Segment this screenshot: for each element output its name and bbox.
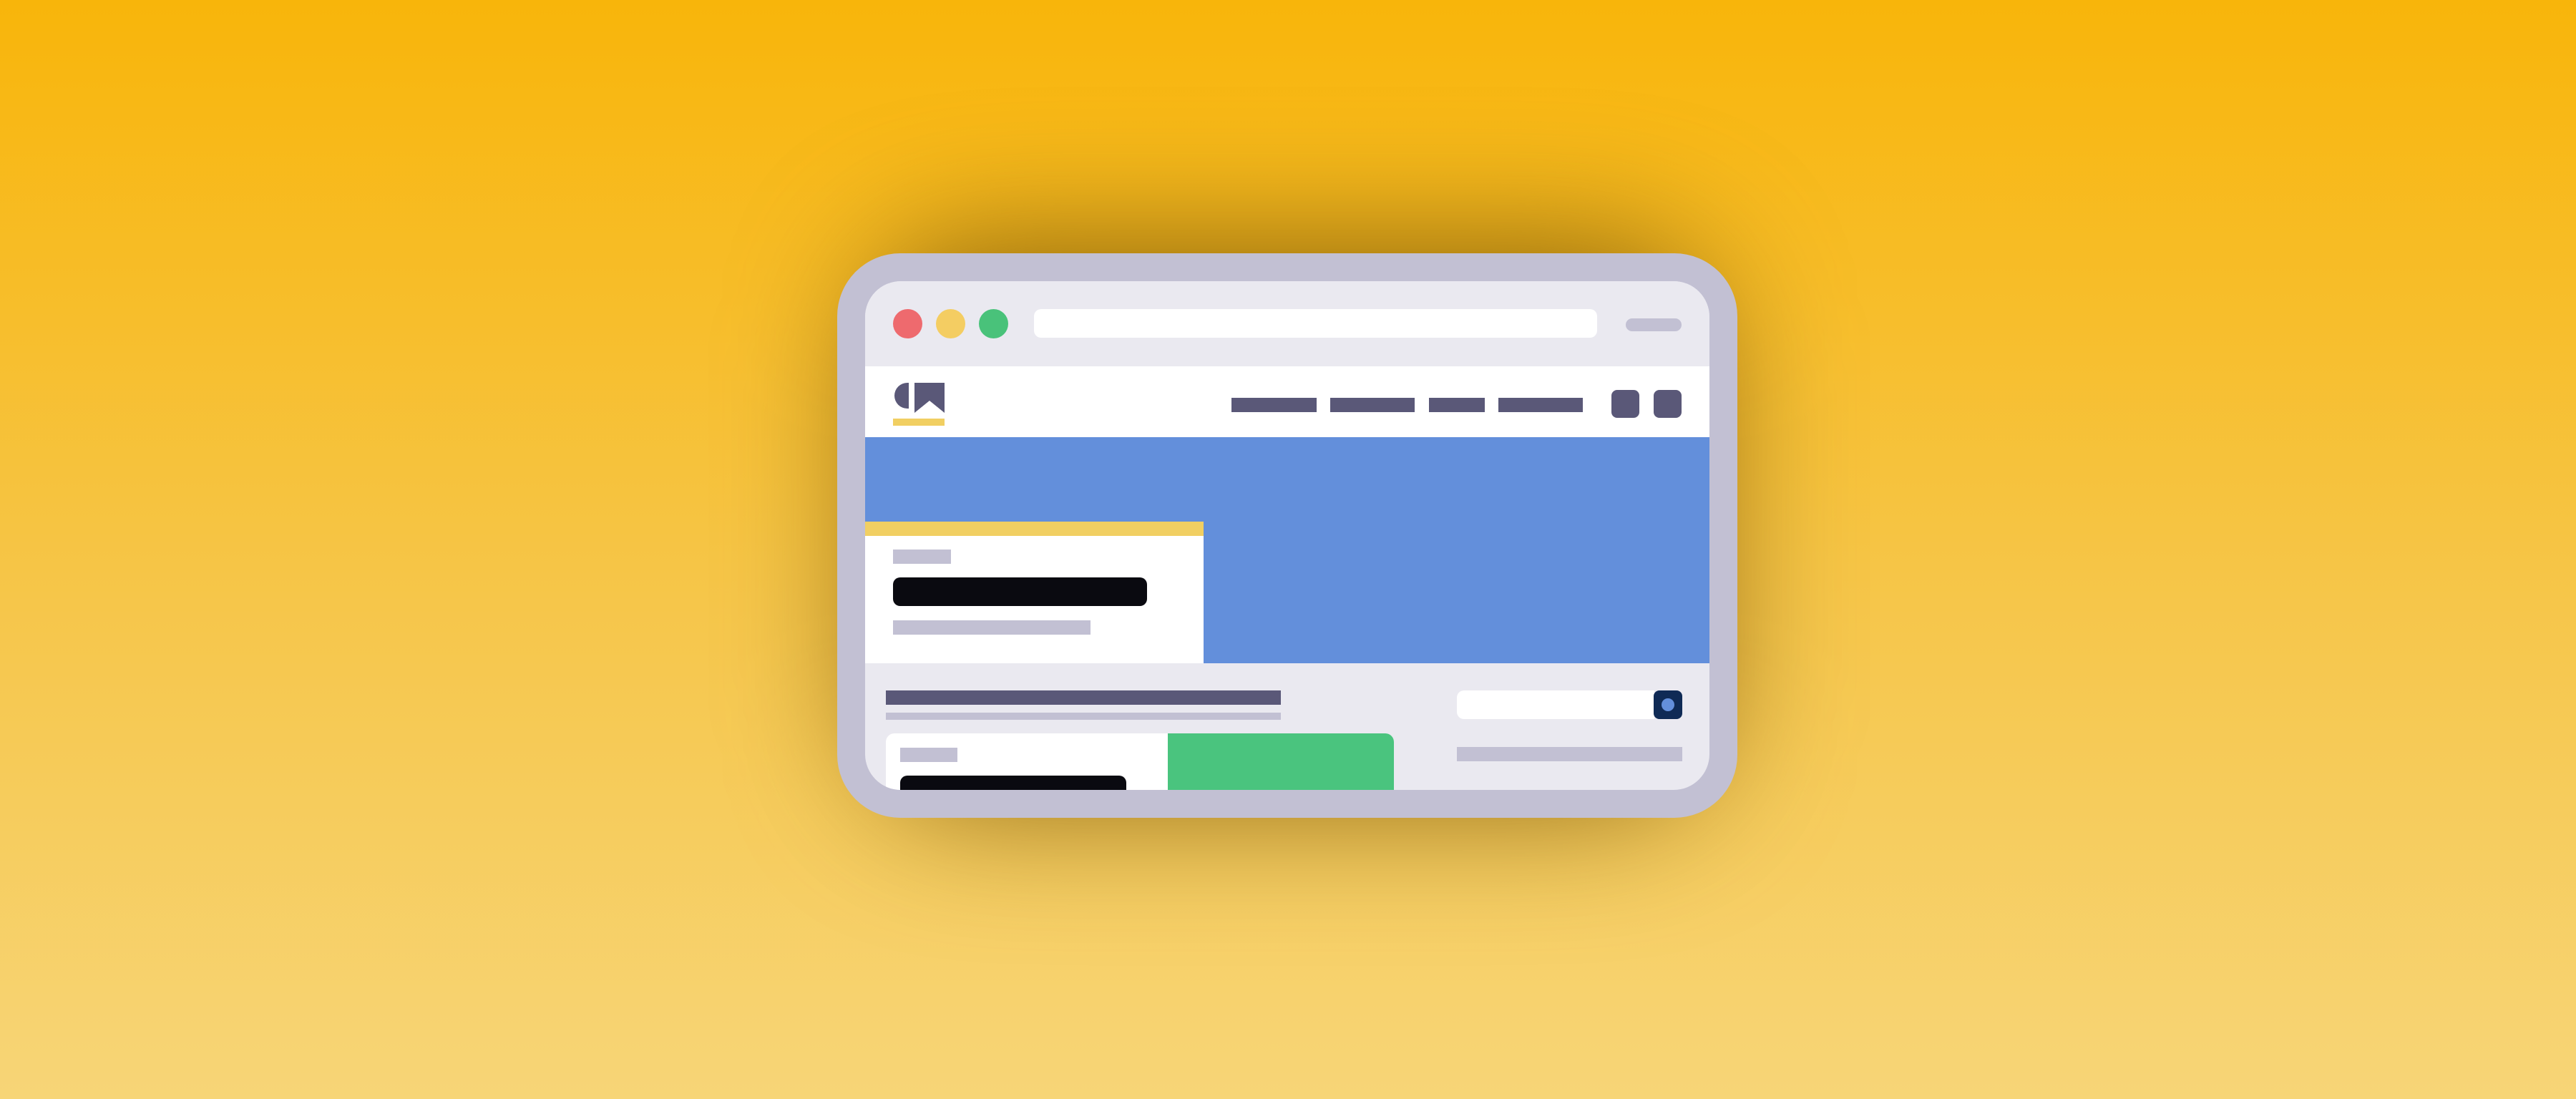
square-icon[interactable]: [1654, 390, 1682, 418]
nav-link-2[interactable]: [1330, 398, 1415, 412]
browser-device-frame: [837, 253, 1737, 818]
nav-link-4[interactable]: [1498, 398, 1583, 412]
hero-subtext-placeholder: [893, 620, 1091, 635]
card-eyebrow-placeholder: [900, 748, 957, 762]
sidebar-line-placeholder: [1457, 747, 1682, 761]
search-dot-icon[interactable]: [1654, 690, 1682, 719]
brand-logo-icon[interactable]: [893, 383, 945, 426]
section-subtitle-placeholder: [886, 713, 1281, 720]
maximize-window-button[interactable]: [979, 309, 1008, 338]
card-image-placeholder: [1168, 733, 1394, 790]
address-bar[interactable]: [1034, 309, 1597, 338]
minimize-window-button[interactable]: [936, 309, 965, 338]
close-window-button[interactable]: [893, 309, 922, 338]
search-input[interactable]: [1457, 690, 1654, 719]
square-icon[interactable]: [1611, 390, 1639, 418]
article-card[interactable]: [886, 733, 1394, 790]
hero-card-accent: [865, 522, 1204, 536]
nav-link-3[interactable]: [1429, 398, 1485, 412]
card-headline-placeholder: [900, 776, 1126, 790]
section-title-placeholder: [886, 690, 1281, 705]
browser-menu-pill[interactable]: [1626, 318, 1682, 331]
browser-window: [865, 281, 1709, 790]
hero-headline-placeholder: [893, 577, 1147, 606]
hero-card: [865, 522, 1204, 663]
hero-eyebrow-placeholder: [893, 550, 951, 564]
nav-link-1[interactable]: [1231, 398, 1317, 412]
